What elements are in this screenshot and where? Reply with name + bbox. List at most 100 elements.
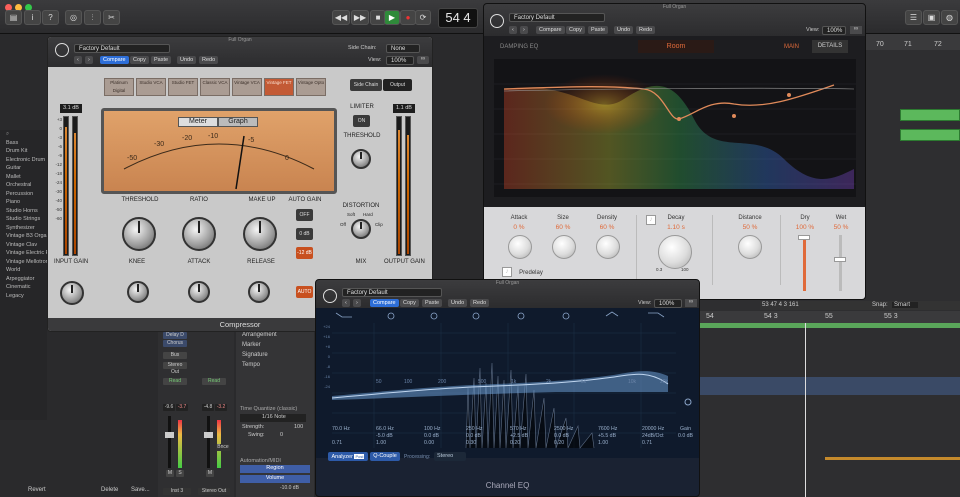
- release-knob[interactable]: [248, 281, 270, 303]
- band-3-gain[interactable]: 0.0 dB: [424, 433, 439, 439]
- band-2-q[interactable]: 1.00: [376, 440, 386, 446]
- wet-slider-handle[interactable]: [834, 257, 846, 262]
- band-2-freq[interactable]: 66.0 Hz: [376, 426, 394, 432]
- analyzer-button[interactable]: Analyzer Post: [328, 452, 368, 461]
- library-item[interactable]: Orchestral: [0, 181, 47, 190]
- band-6-freq[interactable]: 2500 Hz: [554, 426, 573, 432]
- note-icon[interactable]: ♪: [646, 215, 656, 225]
- decay-knob[interactable]: [658, 235, 692, 269]
- prev-preset-button[interactable]: ‹: [342, 299, 350, 307]
- library-item[interactable]: Cinematic: [0, 283, 47, 292]
- redo-button[interactable]: Redo: [636, 26, 656, 34]
- redo-button[interactable]: Redo: [470, 299, 490, 307]
- prev-preset-button[interactable]: ‹: [74, 56, 82, 64]
- type-studio-fet[interactable]: Studio FET: [168, 78, 198, 96]
- bounce-button[interactable]: Bnce: [216, 444, 230, 451]
- copy-button[interactable]: Copy: [566, 26, 585, 34]
- rewind-button[interactable]: ◀◀: [332, 10, 350, 25]
- next-preset-button[interactable]: ›: [353, 299, 361, 307]
- band-4-gain[interactable]: 0.0 dB: [466, 433, 481, 439]
- notepad-icon[interactable]: ▣: [923, 10, 940, 25]
- band-5-gain[interactable]: +2.5 dB: [510, 433, 528, 439]
- fader-track[interactable]: [168, 416, 171, 468]
- library-item[interactable]: Vintage Mellotron: [0, 258, 47, 267]
- auto-button[interactable]: AUTO: [296, 286, 313, 298]
- threshold-knob[interactable]: [122, 217, 156, 251]
- quickhelp-icon[interactable]: ?: [42, 10, 59, 25]
- automation-region[interactable]: [825, 457, 960, 460]
- band-7-q[interactable]: 1.00: [598, 440, 608, 446]
- audio-region[interactable]: [900, 109, 960, 121]
- list-editors-icon[interactable]: ☰: [905, 10, 922, 25]
- view-dropdown[interactable]: 100%: [654, 299, 682, 308]
- limiter-on-button[interactable]: ON: [353, 115, 370, 127]
- output-slot[interactable]: Stereo Out: [163, 362, 187, 375]
- global-track[interactable]: Signature: [242, 352, 268, 358]
- snap-dropdown[interactable]: Smart: [892, 302, 919, 308]
- attack-knob[interactable]: [188, 281, 210, 303]
- band-7-gain[interactable]: +5.5 dB: [598, 433, 616, 439]
- note-icon[interactable]: ♪: [502, 267, 512, 277]
- output-view-button[interactable]: Output: [383, 79, 412, 91]
- strength-value[interactable]: 100: [294, 424, 303, 430]
- volume-value[interactable]: -10.0 dB: [280, 485, 299, 491]
- library-item[interactable]: Vintage B3 Organ: [0, 232, 47, 241]
- audio-fx-slot[interactable]: Delay D: [163, 332, 187, 339]
- next-preset-button[interactable]: ›: [85, 56, 93, 64]
- ruler-top[interactable]: 70 71 72: [866, 34, 960, 50]
- preset-dropdown[interactable]: Factory Default: [74, 44, 170, 53]
- band-8-slope[interactable]: 24dB/Oct: [642, 433, 664, 439]
- library-item[interactable]: Guitar: [0, 164, 47, 173]
- global-track[interactable]: Marker: [242, 342, 261, 348]
- auto-gain-off[interactable]: OFF: [296, 209, 313, 221]
- ruler-bottom[interactable]: 54 54 3 55 55 3: [700, 311, 960, 323]
- damping-eq-label[interactable]: DAMPING EQ: [500, 44, 538, 50]
- band-4-freq[interactable]: 250 Hz: [466, 426, 482, 432]
- solo-button[interactable]: S: [176, 470, 184, 477]
- library-item[interactable]: Synthesizer: [0, 224, 47, 233]
- band-1-q[interactable]: 0.71: [332, 440, 342, 446]
- automation-mode[interactable]: Read: [202, 378, 226, 385]
- power-icon[interactable]: [55, 43, 69, 57]
- compare-button[interactable]: Compare: [536, 26, 565, 34]
- scissors-icon[interactable]: ✂: [103, 10, 120, 25]
- band-7-freq[interactable]: 7600 Hz: [598, 426, 617, 432]
- copy-button[interactable]: Copy: [400, 299, 419, 307]
- band-8-q[interactable]: 0.71: [642, 440, 652, 446]
- band-1-freq[interactable]: 70.0 Hz: [332, 426, 350, 432]
- automation-region-dropdown[interactable]: Region: [240, 465, 310, 473]
- ratio-knob[interactable]: [182, 217, 216, 251]
- dry-value[interactable]: 100 %: [790, 224, 820, 231]
- mute-button[interactable]: M: [166, 470, 174, 477]
- band-8-freq[interactable]: 20000 Hz: [642, 426, 664, 432]
- paste-button[interactable]: Paste: [151, 56, 172, 64]
- quantize-dropdown[interactable]: 1/16 Note: [240, 414, 306, 422]
- distance-value[interactable]: 50 %: [730, 224, 770, 231]
- loop-browser-icon[interactable]: ◍: [941, 10, 958, 25]
- compare-button[interactable]: Compare: [100, 56, 129, 64]
- fader-handle[interactable]: [204, 432, 213, 438]
- q-couple-button[interactable]: Q-Couple: [370, 452, 400, 461]
- lcd-display[interactable]: 54 4: [438, 8, 478, 28]
- view-dropdown[interactable]: 100%: [822, 26, 846, 35]
- type-vintage-vca[interactable]: Vintage VCA: [232, 78, 262, 96]
- dry-slider[interactable]: [803, 235, 806, 291]
- type-studio-vca[interactable]: Studio VCA: [136, 78, 166, 96]
- main-tab[interactable]: MAIN: [784, 44, 799, 50]
- sidechain-view-button[interactable]: Side Chain: [350, 79, 382, 91]
- dry-slider-handle[interactable]: [798, 235, 810, 240]
- cycle-button[interactable]: ⟳: [415, 10, 431, 25]
- library-item[interactable]: Mallet: [0, 173, 47, 182]
- wet-value[interactable]: 50 %: [826, 224, 856, 231]
- swing-value[interactable]: 0: [280, 432, 283, 438]
- library-item[interactable]: Vintage Electric P: [0, 249, 47, 258]
- band-2-gain[interactable]: -5.0 dB: [376, 433, 393, 439]
- audio-region[interactable]: [900, 129, 960, 141]
- band-6-q[interactable]: 0.20: [554, 440, 564, 446]
- automation-parameter-dropdown[interactable]: Volume: [240, 475, 310, 483]
- prev-preset-button[interactable]: ‹: [509, 26, 517, 34]
- playhead[interactable]: [805, 323, 806, 497]
- library-item[interactable]: Electronic Drum K: [0, 156, 47, 165]
- cycle-bar[interactable]: [700, 323, 960, 328]
- copy-button[interactable]: Copy: [130, 56, 149, 64]
